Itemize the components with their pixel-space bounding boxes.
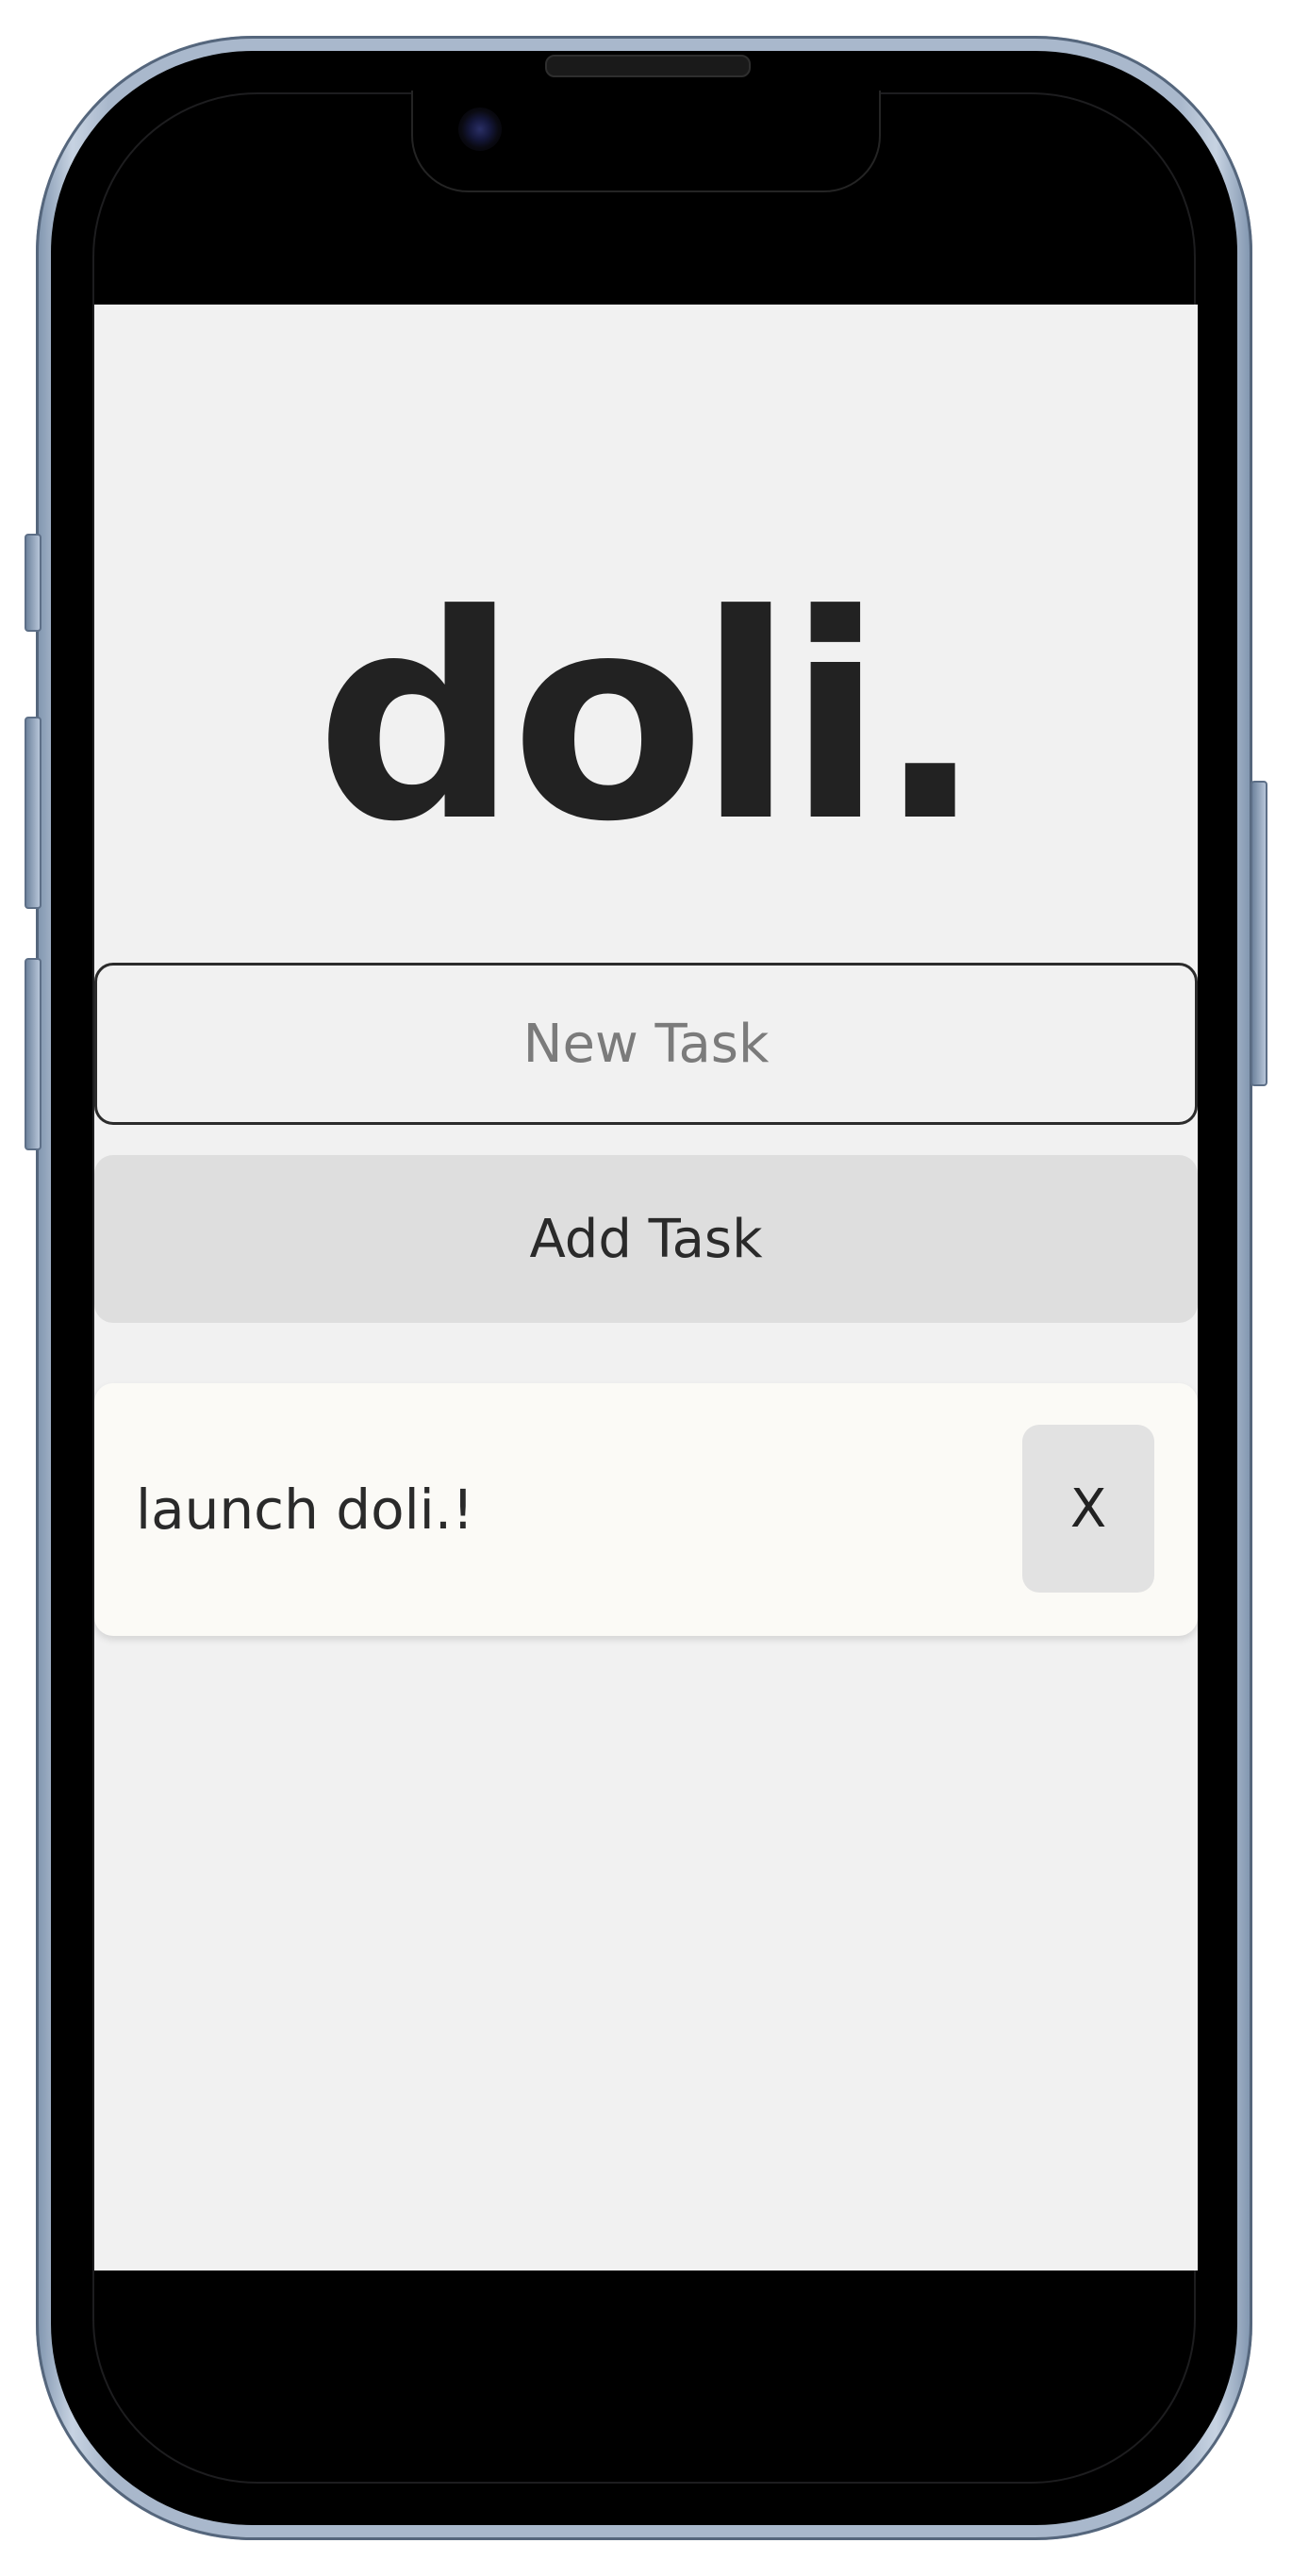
power-button	[1251, 781, 1267, 1086]
app-screen: doli. Add Task launch doli.! X	[94, 305, 1198, 2271]
volume-down-button	[25, 958, 41, 1150]
volume-up-button	[25, 717, 41, 909]
add-task-button[interactable]: Add Task	[94, 1155, 1198, 1323]
task-text: launch doli.!	[136, 1478, 474, 1542]
silent-switch	[25, 534, 41, 632]
delete-task-button[interactable]: X	[1022, 1425, 1154, 1593]
new-task-input[interactable]	[94, 963, 1198, 1125]
earpiece-speaker	[545, 55, 751, 77]
app-logo: doli.	[315, 554, 984, 883]
task-item: launch doli.! X	[94, 1383, 1198, 1636]
front-camera-icon	[458, 107, 502, 151]
